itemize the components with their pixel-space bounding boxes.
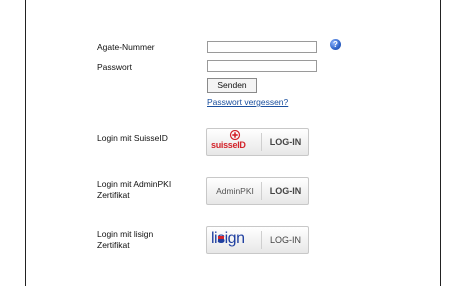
suisseid-login-button[interactable]: suisseID LOG-IN <box>206 128 309 156</box>
agate-number-input[interactable] <box>207 41 317 53</box>
lisign-login-action: LOG-IN <box>269 235 301 245</box>
password-input[interactable] <box>207 60 317 72</box>
adminpki-login-button[interactable]: AdminPKI LOG-IN <box>206 177 309 205</box>
adminpki-login-action: LOG-IN <box>269 186 302 196</box>
button-divider <box>261 133 262 151</box>
lisign-login-button[interactable]: lisign LOG-IN <box>206 226 309 254</box>
forgot-password-link[interactable]: Passwort vergessen? <box>207 97 288 108</box>
button-divider <box>261 182 262 200</box>
help-icon[interactable]: ? <box>330 39 341 50</box>
suisseid-brand-text: suisseID <box>211 140 246 150</box>
lisign-flag-icon <box>218 236 224 242</box>
adminpki-brand-text: AdminPKI <box>216 186 254 196</box>
agate-number-label: Agate-Nummer <box>97 42 155 52</box>
adminpki-login-label: Login mit AdminPKI Zertifikat <box>97 179 172 200</box>
lisign-logo: lisign <box>211 227 263 253</box>
lisign-login-label: Login mit lisign Zertifikat <box>97 229 154 250</box>
send-button[interactable]: Senden <box>207 78 257 93</box>
suisseid-login-label: Login mit SuisseID <box>97 133 168 143</box>
suisseid-logo: suisseID <box>209 129 261 155</box>
suisseid-emblem-icon <box>229 130 241 140</box>
button-divider <box>261 231 262 249</box>
lisign-brand-text: lisign <box>211 230 245 247</box>
password-label: Passwort <box>97 62 132 72</box>
suisseid-login-action: LOG-IN <box>269 137 302 147</box>
